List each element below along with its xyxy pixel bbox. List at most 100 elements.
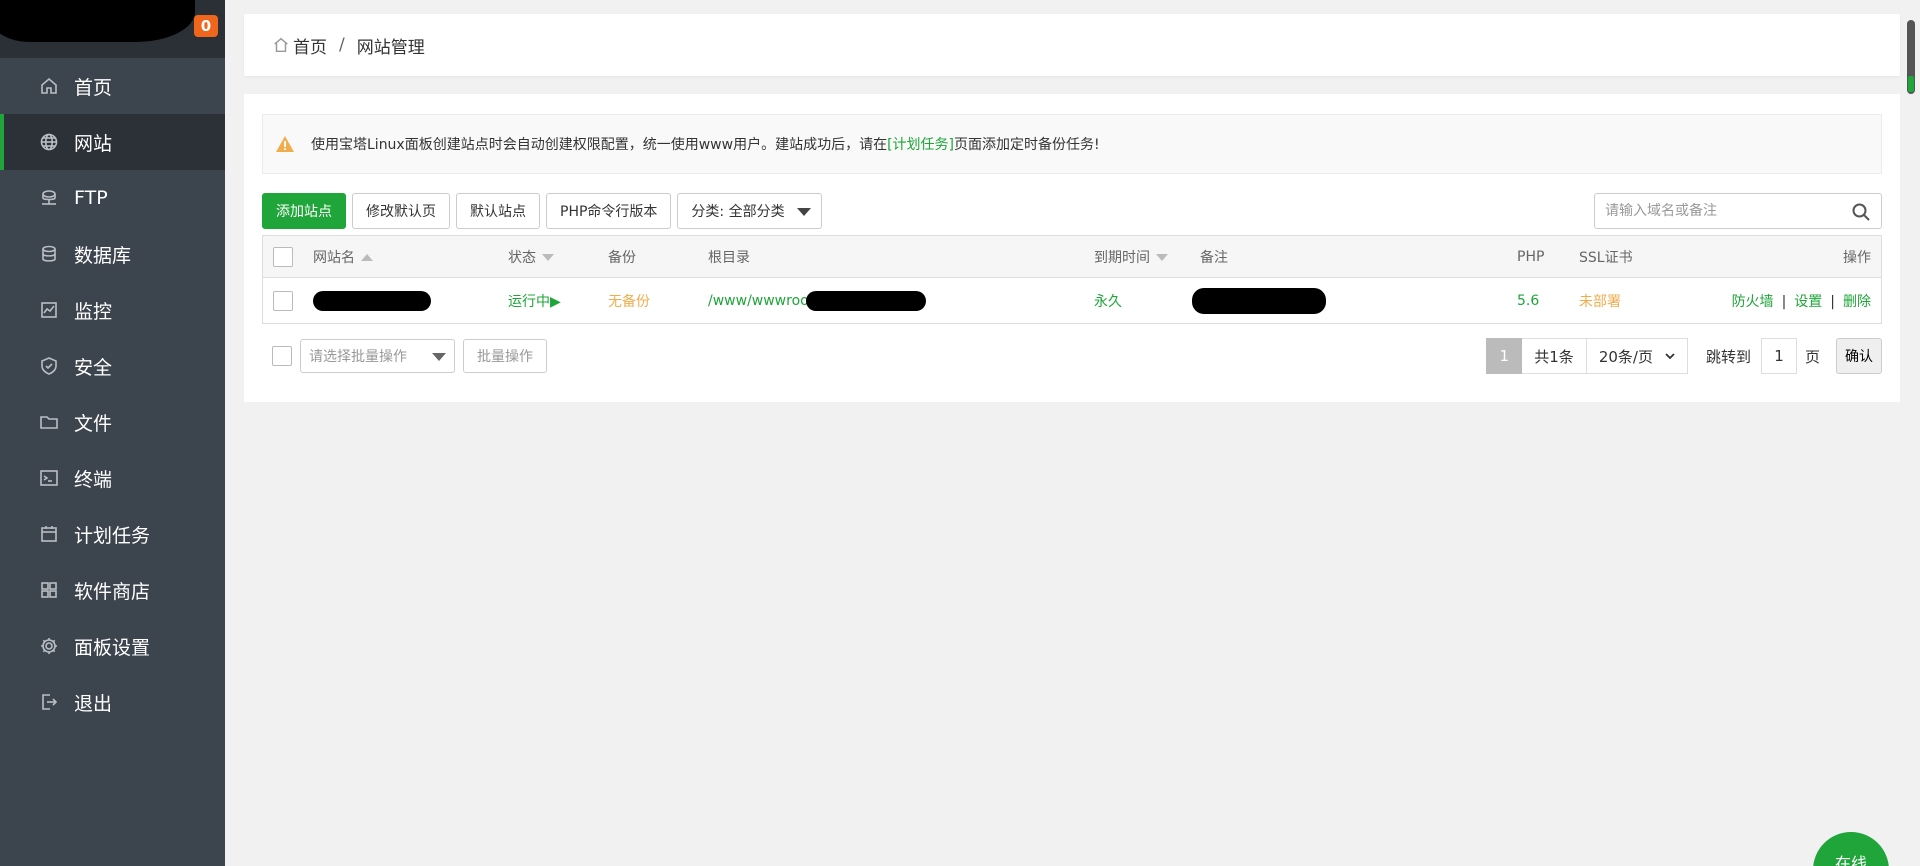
root-dir-link[interactable]: /www/wwwroot [708, 293, 814, 309]
add-site-button[interactable]: 添加站点 [262, 193, 346, 229]
firewall-link[interactable]: 防火墙 [1732, 294, 1774, 310]
breadcrumb: 首页 / 网站管理 [244, 14, 1900, 76]
header-expire[interactable]: 到期时间 [1094, 247, 1200, 267]
remark-cell[interactable] [1192, 287, 1517, 314]
sidebar-item-label: 软件商店 [74, 580, 151, 603]
sidebar-item-label: 文件 [74, 412, 113, 435]
calendar-icon [38, 523, 60, 545]
header-php: PHP [1517, 249, 1579, 265]
batch-select-placeholder: 请选择批量操作 [309, 349, 407, 365]
sort-asc-icon [361, 254, 373, 261]
search-icon[interactable] [1851, 202, 1871, 222]
root-dir-cell[interactable]: /www/wwwroot [708, 290, 1094, 311]
sidebar-item-label: 面板设置 [74, 636, 151, 659]
delete-link[interactable]: 删除 [1843, 294, 1871, 310]
batch-operation-button[interactable]: 批量操作 [463, 339, 547, 373]
sidebar-item-database[interactable]: 数据库 [0, 226, 225, 282]
site-name-cell[interactable] [313, 290, 508, 311]
expire-cell[interactable]: 永久 [1094, 291, 1192, 311]
gear-icon [38, 635, 60, 657]
sidebar-item-label: 安全 [74, 356, 113, 379]
apps-icon [38, 579, 60, 601]
header-checkbox-cell [263, 246, 313, 267]
header-label: 操作 [1843, 249, 1871, 266]
home-icon [38, 75, 60, 97]
php-version-cell[interactable]: 5.6 [1517, 293, 1579, 309]
sidebar-item-security[interactable]: 安全 [0, 338, 225, 394]
sidebar-item-app-store[interactable]: 软件商店 [0, 562, 225, 618]
breadcrumb-home[interactable]: 首页 [293, 33, 327, 58]
sidebar-item-monitor[interactable]: 监控 [0, 282, 225, 338]
per-page-select[interactable]: 20条/页 [1586, 338, 1688, 374]
row-checkbox[interactable] [273, 290, 293, 311]
main-content: 首页 / 网站管理 使用宝塔Linux面板创建站点时会自动创建权限配置，统一使用… [244, 14, 1900, 402]
status-cell[interactable]: 运行中▶ [508, 291, 608, 311]
sidebar-item-website[interactable]: 网站 [0, 114, 225, 170]
header-root-dir: 根目录 [708, 247, 1094, 267]
batch-operation-select[interactable]: 请选择批量操作 [300, 339, 455, 373]
sidebar-item-files[interactable]: 文件 [0, 394, 225, 450]
header-label: 根目录 [708, 249, 750, 266]
select-all-checkbox[interactable] [273, 246, 293, 267]
sidebar-item-ftp[interactable]: FTP [0, 170, 225, 226]
current-page[interactable]: 1 [1486, 338, 1523, 374]
category-select[interactable]: 分类: 全部分类 [677, 193, 822, 229]
redacted-remark [1192, 287, 1326, 314]
header-label: 备份 [608, 249, 636, 266]
sidebar-item-label: 退出 [74, 692, 113, 715]
footer-select-all-checkbox[interactable] [272, 346, 292, 366]
alert-text-after: 页面添加定时备份任务! [954, 137, 1100, 153]
sidebar-item-cron[interactable]: 计划任务 [0, 506, 225, 562]
cron-link[interactable]: [计划任务] [887, 134, 954, 154]
redacted-site-name [313, 290, 431, 311]
total-count: 共1条 [1522, 338, 1587, 374]
alert-text-before: 使用宝塔Linux面板创建站点时会自动创建权限配置，统一使用www用户。建站成功… [311, 137, 888, 153]
page-scrollbar[interactable] [1903, 0, 1920, 866]
ftp-icon [38, 187, 60, 209]
search-input[interactable] [1605, 203, 1845, 219]
settings-link[interactable]: 设置 [1794, 294, 1822, 310]
sidebar-item-home[interactable]: 首页 [0, 58, 225, 114]
header-operations: 操作 [1759, 247, 1881, 267]
jump-page-input[interactable]: 1 [1760, 338, 1797, 374]
breadcrumb-current: 网站管理 [356, 37, 425, 58]
php-cli-version-button[interactable]: PHP命令行版本 [546, 193, 672, 229]
sidebar-item-logout[interactable]: 退出 [0, 674, 225, 730]
header-status[interactable]: 状态 [508, 247, 608, 267]
header-remark: 备注 [1200, 247, 1517, 267]
site-panel: 使用宝塔Linux面板创建站点时会自动创建权限配置，统一使用www用户。建站成功… [244, 94, 1900, 402]
sidebar-item-panel-settings[interactable]: 面板设置 [0, 618, 225, 674]
divider: | [1830, 293, 1835, 310]
jump-confirm-button[interactable]: 确认 [1836, 338, 1882, 374]
ssl-cell[interactable]: 未部署 [1579, 291, 1721, 311]
home-icon[interactable] [272, 36, 290, 54]
row-checkbox-cell [263, 290, 313, 311]
sort-desc-icon [1156, 254, 1168, 261]
header-backup: 备份 [608, 247, 708, 267]
sidebar-item-label: 数据库 [74, 244, 132, 267]
warning-icon [275, 135, 295, 153]
sidebar-header: 0 [0, 0, 225, 58]
sidebar-item-terminal[interactable]: 终端 [0, 450, 225, 506]
header-label: 到期时间 [1094, 249, 1150, 266]
logout-icon [38, 691, 60, 713]
operations-cell: 防火墙 | 设置 | 删除 [1721, 291, 1881, 311]
backup-cell[interactable]: 无备份 [608, 291, 708, 311]
page-unit-label: 页 [1804, 347, 1820, 366]
sort-desc-icon [542, 254, 554, 261]
header-site-name[interactable]: 网站名 [313, 247, 508, 267]
sidebar-item-label: 网站 [74, 132, 113, 155]
sidebar-nav: 首页 网站 FTP 数据库 监控 安全 文件 终端 计划任务 软件商店 面板设置… [0, 58, 225, 730]
header-label: 状态 [508, 249, 536, 266]
folder-icon [38, 411, 60, 433]
globe-icon [38, 131, 60, 153]
online-support-button[interactable]: 在线 [1813, 832, 1889, 866]
modify-default-page-button[interactable]: 修改默认页 [352, 193, 450, 229]
default-site-button[interactable]: 默认站点 [456, 193, 540, 229]
table-footer: 请选择批量操作 批量操作 1 共1条 20条/页 跳转到 1 页 确认 [262, 338, 1882, 374]
chevron-down-icon [1665, 353, 1675, 360]
notification-badge[interactable]: 0 [194, 15, 218, 37]
redacted-logo [0, 0, 195, 42]
redacted-root-path [806, 290, 927, 311]
per-page-value: 20条/页 [1598, 347, 1653, 366]
